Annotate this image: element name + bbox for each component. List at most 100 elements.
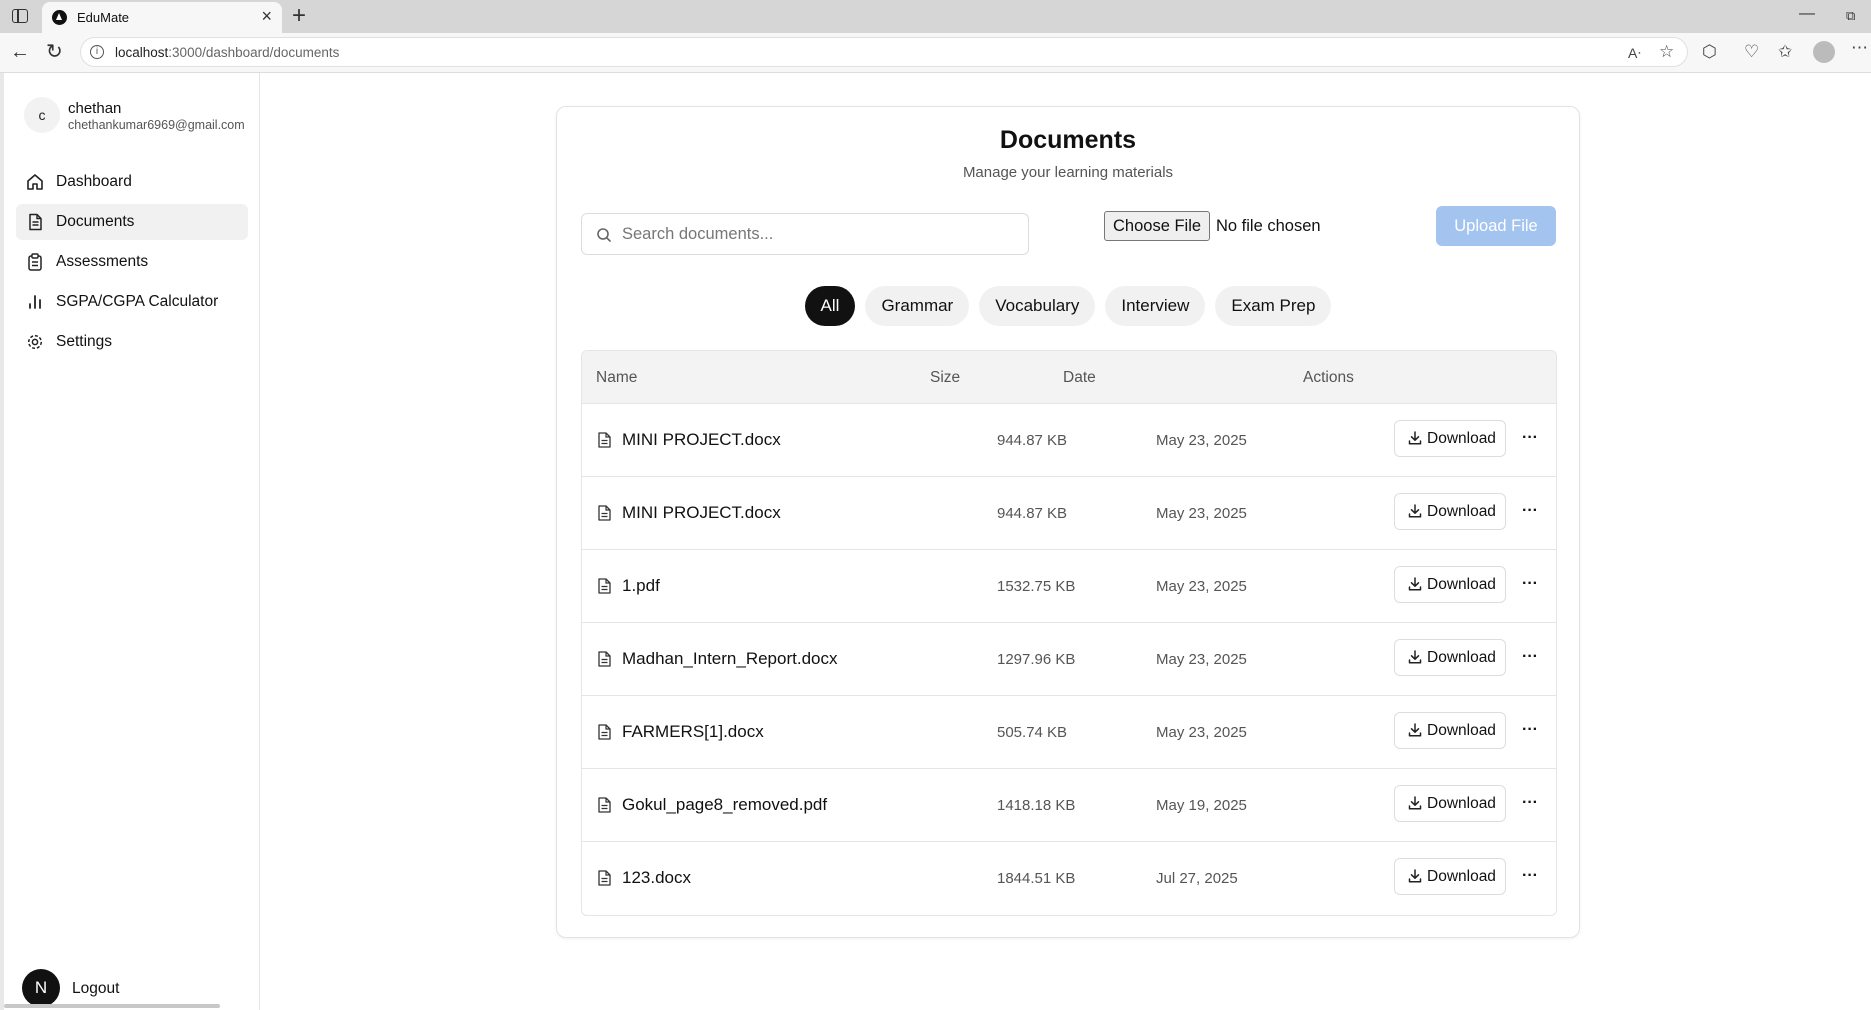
read-aloud-icon[interactable]: Aᐧ	[1628, 44, 1641, 62]
url-field[interactable]: i localhost:3000/dashboard/documents	[80, 37, 1688, 67]
file-name: Gokul_page8_removed.pdf	[622, 795, 828, 814]
page-title: Documents	[999, 126, 1137, 154]
category-filters: All Grammar Vocabulary Interview Exam Prep	[557, 286, 1579, 326]
documents-table: Name Size Date Actions MINI PROJECT.docx…	[581, 350, 1557, 916]
filter-chip-interview[interactable]: Interview	[1105, 286, 1206, 326]
file-name: Madhan_Intern_Report.docx	[622, 649, 838, 668]
choose-file-button[interactable]: Choose File	[1104, 211, 1211, 241]
table-row: Gokul_page8_removed.pdf 1418.18 KB May 1…	[582, 768, 1556, 841]
header-name[interactable]: Name	[596, 369, 637, 387]
file-size: 1532.75 KB	[997, 578, 1076, 595]
download-label: Download	[1427, 795, 1496, 812]
download-button[interactable]: Download	[1394, 566, 1506, 603]
download-label: Download	[1427, 576, 1496, 593]
file-name: 1.pdf	[622, 576, 660, 595]
sidebar-item-label: Documents	[56, 213, 135, 230]
download-icon	[1408, 723, 1422, 737]
home-icon	[27, 174, 43, 190]
filter-chip-grammar[interactable]: Grammar	[865, 286, 970, 326]
refresh-icon[interactable]: ↻	[46, 41, 63, 63]
more-options-icon[interactable]: ···	[1522, 649, 1538, 665]
more-options-icon[interactable]: ···	[1522, 868, 1538, 884]
browser-tab-bar: EduMate × + — ⧉	[0, 0, 1871, 33]
download-icon	[1408, 577, 1422, 591]
url-text: localhost:3000/dashboard/documents	[115, 45, 340, 60]
sidebar-item-dashboard[interactable]: Dashboard	[16, 164, 248, 200]
minimize-icon[interactable]: —	[1799, 5, 1815, 23]
sidebar-item-settings[interactable]: Settings	[16, 324, 248, 360]
browser-menu-icon[interactable]: ⋯	[1851, 39, 1868, 57]
browser-tab[interactable]: EduMate ×	[42, 2, 282, 33]
file-icon	[598, 578, 611, 594]
no-file-chosen-text: No file chosen	[1216, 217, 1321, 235]
filter-chip-vocabulary[interactable]: Vocabulary	[979, 286, 1096, 326]
more-options-icon[interactable]: ···	[1522, 503, 1538, 519]
filter-chip-exam-prep[interactable]: Exam Prep	[1215, 286, 1332, 326]
sidebar-toggle-icon[interactable]	[12, 9, 28, 23]
file-icon	[598, 797, 611, 813]
file-date: May 23, 2025	[1156, 651, 1247, 668]
table-body: MINI PROJECT.docx 944.87 KB May 23, 2025…	[582, 403, 1556, 914]
download-label: Download	[1427, 430, 1496, 447]
file-name: 123.docx	[622, 868, 691, 887]
header-size[interactable]: Size	[930, 369, 960, 387]
gear-icon	[27, 334, 43, 350]
sidebar-item-documents[interactable]: Documents	[16, 204, 248, 240]
file-size: 505.74 KB	[997, 724, 1068, 741]
more-options-icon[interactable]: ···	[1522, 795, 1538, 811]
restore-icon[interactable]: ⧉	[1846, 8, 1855, 24]
bar-chart-icon	[29, 295, 41, 309]
new-tab-icon[interactable]: +	[292, 2, 306, 30]
favorites-icon[interactable]: ✩	[1778, 43, 1792, 61]
sidebar-item-label: Settings	[56, 333, 113, 350]
file-name: FARMERS[1].docx	[622, 722, 764, 741]
download-button[interactable]: Download	[1394, 858, 1506, 895]
clipboard-icon	[28, 253, 42, 271]
more-options-icon[interactable]: ···	[1522, 722, 1538, 738]
sidebar-item-assessments[interactable]: Assessments	[16, 244, 248, 280]
table-row: MINI PROJECT.docx 944.87 KB May 23, 2025…	[582, 403, 1556, 476]
site-info-icon[interactable]: i	[90, 45, 104, 59]
logout-avatar: N	[22, 969, 60, 1007]
download-icon	[1408, 504, 1422, 518]
download-button[interactable]: Download	[1394, 493, 1506, 530]
user-avatar: c	[24, 97, 60, 133]
page-subtitle: Manage your learning materials	[962, 164, 1174, 181]
download-button[interactable]: Download	[1394, 639, 1506, 676]
close-tab-icon[interactable]: ×	[261, 6, 272, 26]
upload-file-button[interactable]: Upload File	[1436, 206, 1556, 246]
file-icon	[598, 870, 611, 886]
user-name: chethan	[68, 100, 122, 117]
extensions-icon[interactable]: ⬡	[1702, 43, 1717, 61]
file-date: May 23, 2025	[1156, 505, 1247, 522]
header-date[interactable]: Date	[1063, 369, 1096, 387]
search-box	[581, 213, 1029, 255]
download-button[interactable]: Download	[1394, 785, 1506, 822]
file-icon	[598, 724, 611, 740]
download-button[interactable]: Download	[1394, 712, 1506, 749]
file-name: MINI PROJECT.docx	[622, 503, 781, 522]
sidebar-item-label: SGPA/CGPA Calculator	[56, 293, 219, 310]
more-options-icon[interactable]: ···	[1522, 430, 1538, 446]
table-row: MINI PROJECT.docx 944.87 KB May 23, 2025…	[582, 476, 1556, 549]
browser-essentials-icon[interactable]: ♡	[1744, 43, 1759, 61]
app-area: c chethan chethankumar6969@gmail.com Das…	[0, 73, 1871, 1010]
search-input[interactable]	[622, 222, 1012, 246]
sidebar-scrollbar[interactable]	[4, 1004, 220, 1008]
back-icon[interactable]: ←	[10, 41, 30, 63]
more-options-icon[interactable]: ···	[1522, 576, 1538, 592]
file-icon	[598, 505, 611, 521]
sidebar-item-label: Assessments	[56, 253, 149, 270]
file-date: May 23, 2025	[1156, 578, 1247, 595]
file-date: May 19, 2025	[1156, 797, 1247, 814]
file-icon	[598, 432, 611, 448]
download-label: Download	[1427, 649, 1496, 666]
download-label: Download	[1427, 868, 1496, 885]
table-row: 1.pdf 1532.75 KB May 23, 2025 Download ·…	[582, 549, 1556, 622]
download-button[interactable]: Download	[1394, 420, 1506, 457]
profile-avatar-icon[interactable]	[1813, 41, 1835, 63]
user-email: chethankumar6969@gmail.com	[68, 118, 245, 132]
sidebar-item-sgpa-calculator[interactable]: SGPA/CGPA Calculator	[16, 284, 248, 320]
favorite-star-icon[interactable]: ☆	[1659, 43, 1674, 61]
filter-chip-all[interactable]: All	[804, 286, 856, 326]
